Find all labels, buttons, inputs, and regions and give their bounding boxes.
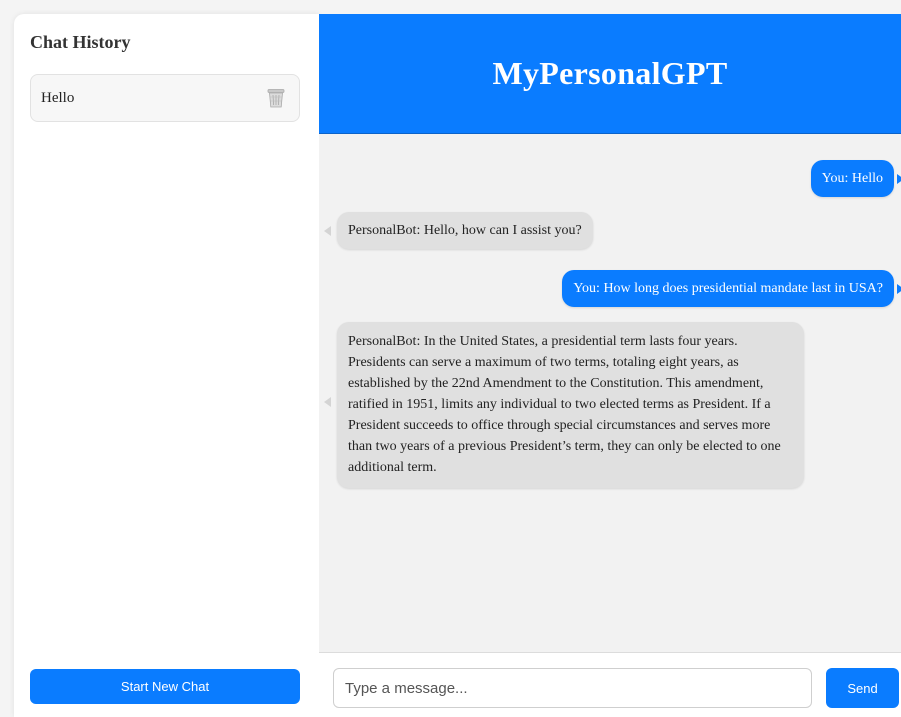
bot-message: PersonalBot: Hello, how can I assist you… bbox=[337, 212, 593, 249]
message-list[interactable]: You: Hello PersonalBot: Hello, how can I… bbox=[319, 134, 901, 652]
bubble-tail bbox=[324, 226, 331, 236]
sidebar-title: Chat History bbox=[30, 32, 131, 52]
sidebar: Chat History Hello Start New Chat bbox=[14, 14, 319, 717]
history-item[interactable]: Hello bbox=[30, 74, 300, 122]
app-window: Chat History Hello Start New Chat MyPers… bbox=[0, 0, 901, 717]
send-button[interactable]: Send bbox=[826, 668, 899, 708]
user-message: You: Hello bbox=[810, 160, 894, 197]
delete-chat-button[interactable] bbox=[267, 88, 285, 108]
chat-panel: MyPersonalGPT You: Hello PersonalBot: He… bbox=[319, 14, 901, 717]
bot-message: PersonalBot: In the United States, a pre… bbox=[337, 322, 804, 488]
bubble-tail bbox=[324, 397, 331, 407]
chat-header: MyPersonalGPT bbox=[319, 14, 901, 134]
bubble-tail bbox=[897, 284, 901, 294]
start-new-chat-button[interactable]: Start New Chat bbox=[30, 669, 300, 704]
app-title: MyPersonalGPT bbox=[492, 55, 728, 91]
history-item-label: Hello bbox=[41, 89, 75, 106]
bubble-tail bbox=[897, 174, 901, 184]
trash-icon bbox=[267, 89, 285, 108]
message-input[interactable] bbox=[333, 668, 812, 708]
user-message: You: How long does presidential mandate … bbox=[562, 270, 894, 307]
composer: Send bbox=[319, 652, 901, 717]
